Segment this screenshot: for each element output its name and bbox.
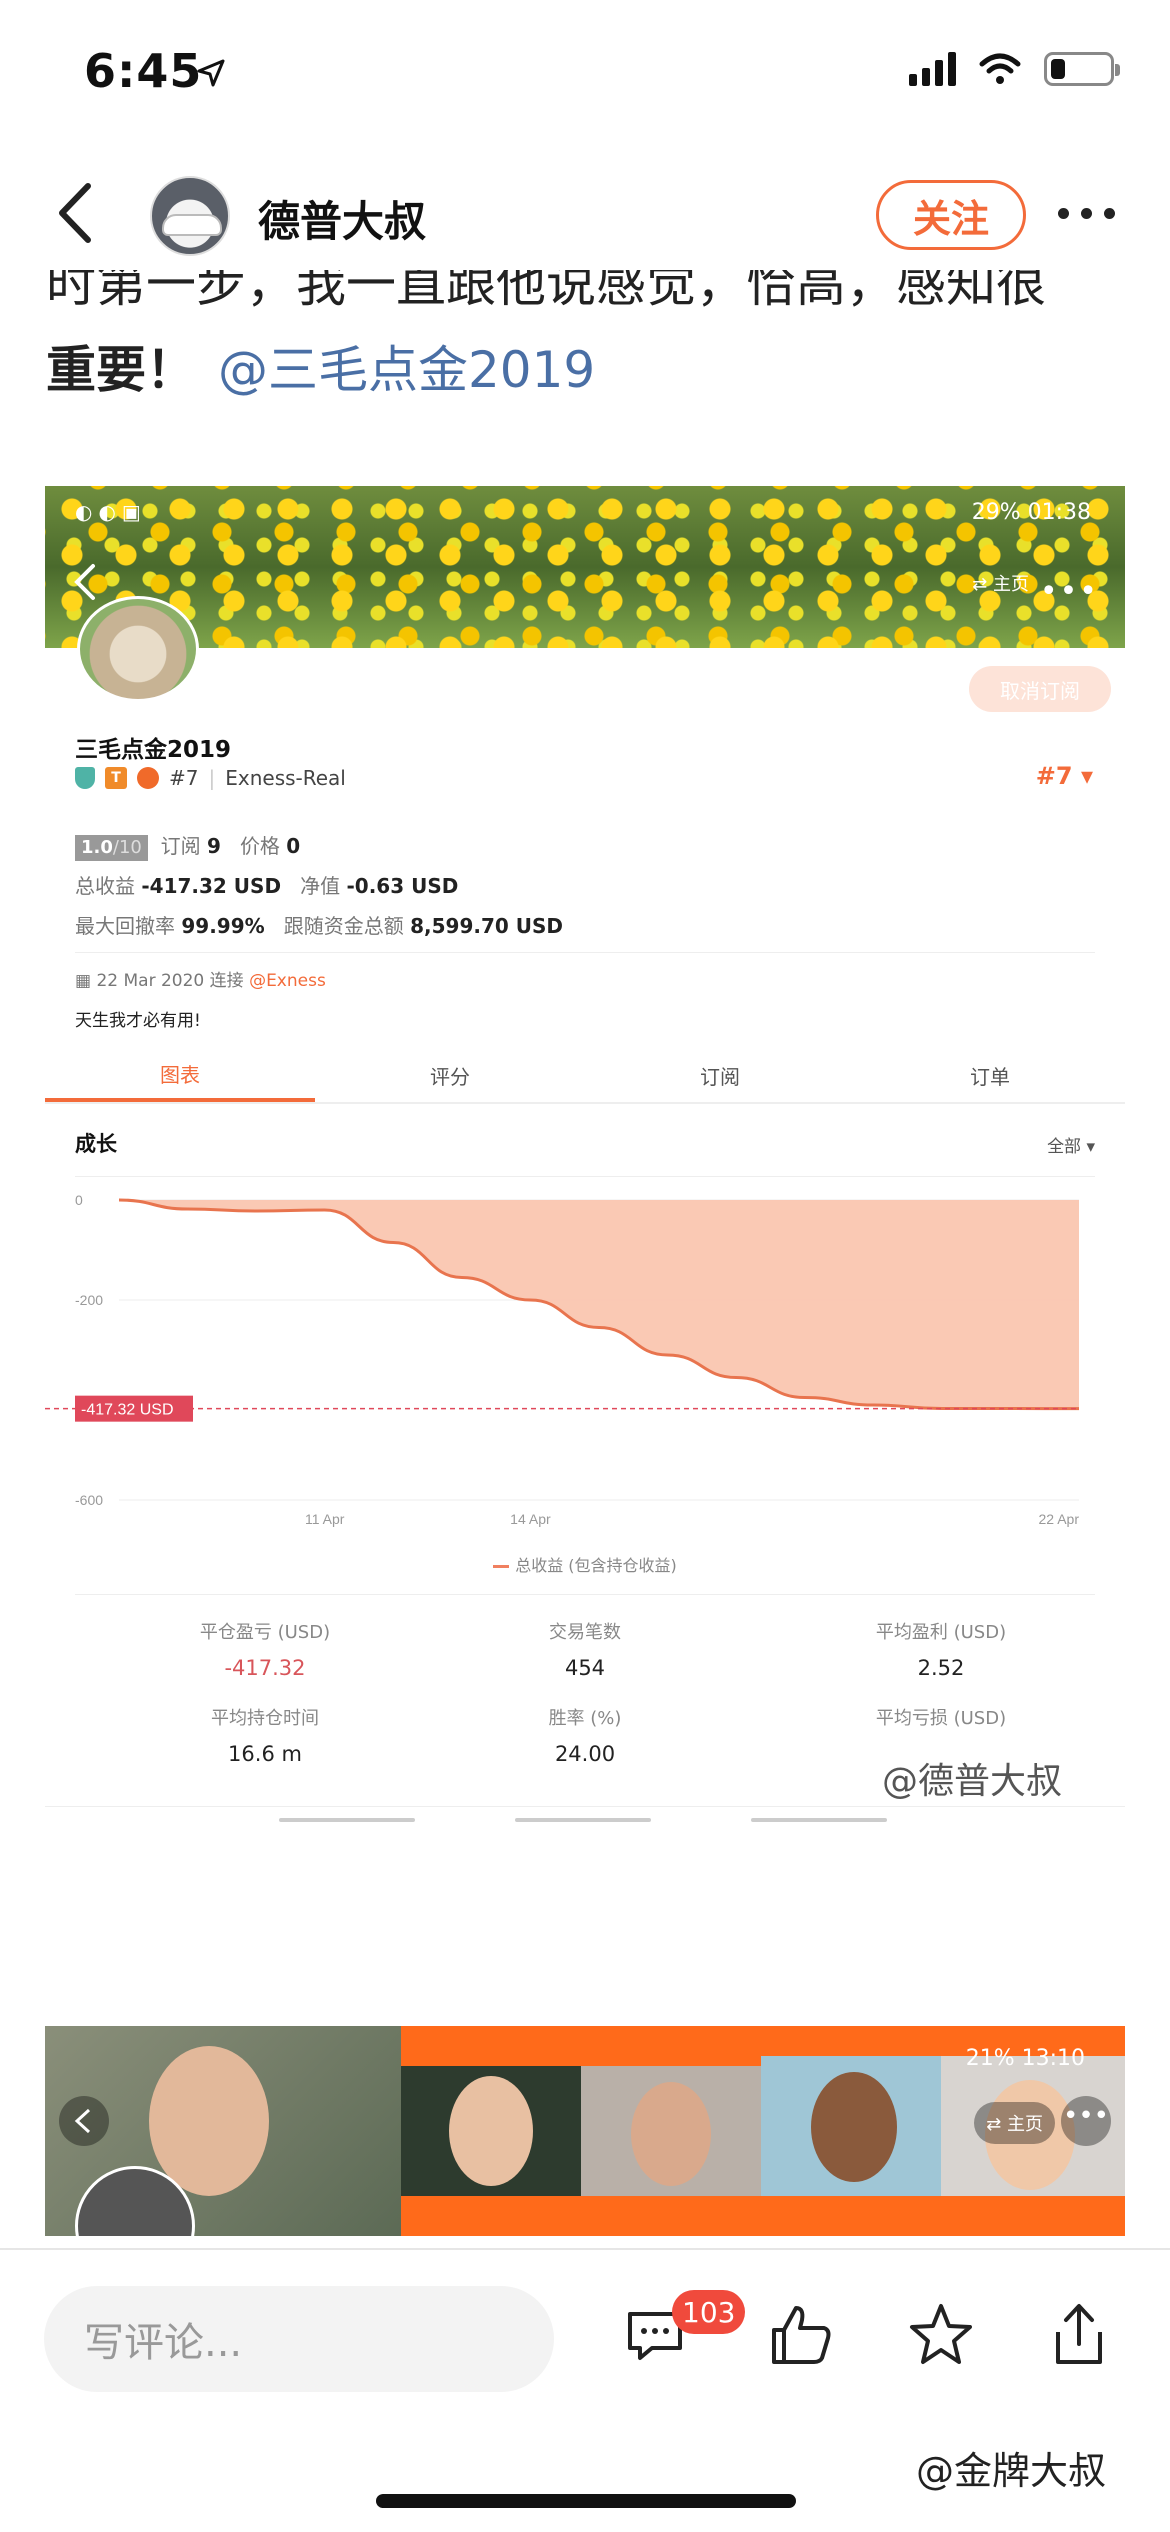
like-icon[interactable] — [766, 2300, 836, 2370]
metric-win-rate: 胜率 (%) 24.00 — [548, 1708, 622, 1766]
author-name[interactable]: 德普大叔 — [258, 188, 426, 249]
growth-title: 成长 — [75, 1132, 117, 1156]
x-tick-label: 14 Apr — [510, 1511, 551, 1527]
profile-avatar — [77, 596, 199, 702]
profile-stats: 1.0/10 订阅 9 价格 0 总收益 -417.32 USD 净值 -0.6… — [75, 834, 564, 938]
cellular-signal-icon — [909, 52, 956, 86]
y-tick-label: -600 — [75, 1492, 103, 1508]
series-area — [119, 1200, 1079, 1409]
shot2-back-icon — [59, 2096, 109, 2146]
watermark-text: @德普大叔 — [882, 1761, 1063, 1802]
post-text-body: 重要！ — [46, 341, 196, 399]
metric-trades: 交易笔数 454 — [549, 1622, 621, 1680]
bottom-action-bar: 写评论... 103 @金牌大叔 — [0, 2248, 1170, 2532]
banner-status-text: 29% 01:38 — [971, 500, 1091, 525]
battery-icon — [1044, 52, 1120, 86]
shot2-status-text: 21% 13:10 — [965, 2046, 1085, 2071]
profile-badges: T #7 | Exness-Real — [75, 766, 346, 790]
post-text-clipped-line: 时第一步，我一直跟他说感觉，恰高，感知很 — [46, 270, 1046, 310]
pager-indicator — [515, 1818, 651, 1822]
status-bar: 6:45 — [0, 0, 1170, 150]
metric-avg-profit: 平均盈利 (USD) 2.52 — [875, 1622, 1007, 1680]
y-tick-label: -200 — [75, 1292, 103, 1308]
share-icon[interactable] — [1044, 2300, 1114, 2370]
pager-indicator — [751, 1818, 887, 1822]
divider — [75, 952, 1095, 953]
embedded-screenshot-2[interactable]: 21% 13:10 ⇄ 主页 ••• — [45, 2026, 1125, 2236]
profile-bio: 天生我才必有用! — [75, 1011, 201, 1031]
photo-tile — [581, 2026, 761, 2236]
broker-label: Exness-Real — [225, 766, 346, 790]
follow-button[interactable]: 关注 — [876, 180, 1026, 250]
wifi-icon — [979, 53, 1021, 84]
score-badge: 1.0/10 — [75, 835, 148, 861]
shot2-more-icon: ••• — [1061, 2096, 1111, 2146]
banner-home-label: ⇄ 主页 — [972, 574, 1029, 595]
mention-link[interactable]: @三毛点金2019 — [218, 341, 595, 399]
metric-closed-pnl: 平仓盈亏 (USD) -417.32 — [199, 1622, 331, 1680]
photo-tile — [401, 2026, 581, 2236]
comment-count-badge: 103 — [672, 2290, 746, 2334]
divider — [75, 1594, 1095, 1595]
x-tick-label: 22 Apr — [1039, 1511, 1080, 1527]
author-avatar[interactable] — [150, 176, 230, 256]
pager-indicator — [279, 1818, 415, 1822]
profile-name: 三毛点金2019 — [75, 737, 232, 763]
rank-dropdown: #7 ▾ — [1035, 762, 1093, 790]
tab-orders: 订单 — [970, 1064, 1010, 1089]
banner-back-icon — [74, 564, 95, 600]
growth-chart: 0 -200 -600 -417.32 USD 11 Apr 14 Apr 22 Apr — [45, 1192, 1080, 1527]
divider — [45, 1806, 1125, 1807]
growth-filter: 全部 ▾ — [1047, 1137, 1095, 1157]
shot2-home-label: ⇄ 主页 — [974, 2102, 1055, 2144]
chart-legend: 总收益 (包含持仓收益) — [45, 1552, 1125, 1576]
fire-badge-icon — [137, 767, 159, 789]
x-tick-label: 11 Apr — [305, 1511, 345, 1527]
location-arrow-icon — [197, 59, 225, 87]
metric-avg-loss: 平均亏损 (USD) — [875, 1708, 1007, 1729]
profile-tabs: 图表 评分 订阅 订单 — [45, 1048, 1125, 1104]
tab-chart: 图表 — [45, 1048, 315, 1102]
rank-label: #7 — [169, 766, 199, 790]
post-text: 重要！ @三毛点金2019 — [46, 330, 595, 402]
post-header: 德普大叔 关注 — [0, 160, 1170, 270]
more-options-icon[interactable] — [1058, 208, 1115, 219]
status-time: 6:45 — [84, 44, 203, 98]
current-value-label: -417.32 USD — [81, 1402, 174, 1419]
status-indicators — [909, 52, 1120, 86]
home-indicator[interactable] — [376, 2494, 796, 2508]
tab-rating: 评分 — [430, 1064, 470, 1089]
connection-meta: ▦ 22 Mar 2020 连接 @Exness — [75, 971, 326, 991]
y-tick-label: 0 — [75, 1192, 83, 1208]
banner-status-icons: ◐◐▣ — [75, 500, 147, 524]
favorite-star-icon[interactable] — [906, 2300, 976, 2370]
embedded-screenshot[interactable]: ◐◐▣ 29% 01:38 ⇄ 主页 ••• 取消订阅 三毛点金2019 T #… — [45, 486, 1125, 1822]
flower-banner-image: ◐◐▣ 29% 01:38 ⇄ 主页 ••• — [45, 486, 1125, 648]
verified-shield-icon — [75, 767, 95, 789]
watermark-text-2: @金牌大叔 — [916, 2449, 1107, 2493]
comment-input[interactable]: 写评论... — [44, 2286, 554, 2392]
metric-avg-hold-time: 平均持仓时间 16.6 m — [211, 1708, 319, 1766]
back-arrow-icon[interactable] — [48, 178, 108, 248]
banner-more-icon: ••• — [1039, 574, 1099, 609]
t-badge-icon: T — [105, 767, 127, 789]
unsubscribe-button: 取消订阅 — [969, 666, 1111, 712]
calendar-icon: ▦ — [75, 971, 92, 991]
tab-subscription: 订阅 — [700, 1064, 740, 1089]
divider — [75, 1176, 1095, 1177]
